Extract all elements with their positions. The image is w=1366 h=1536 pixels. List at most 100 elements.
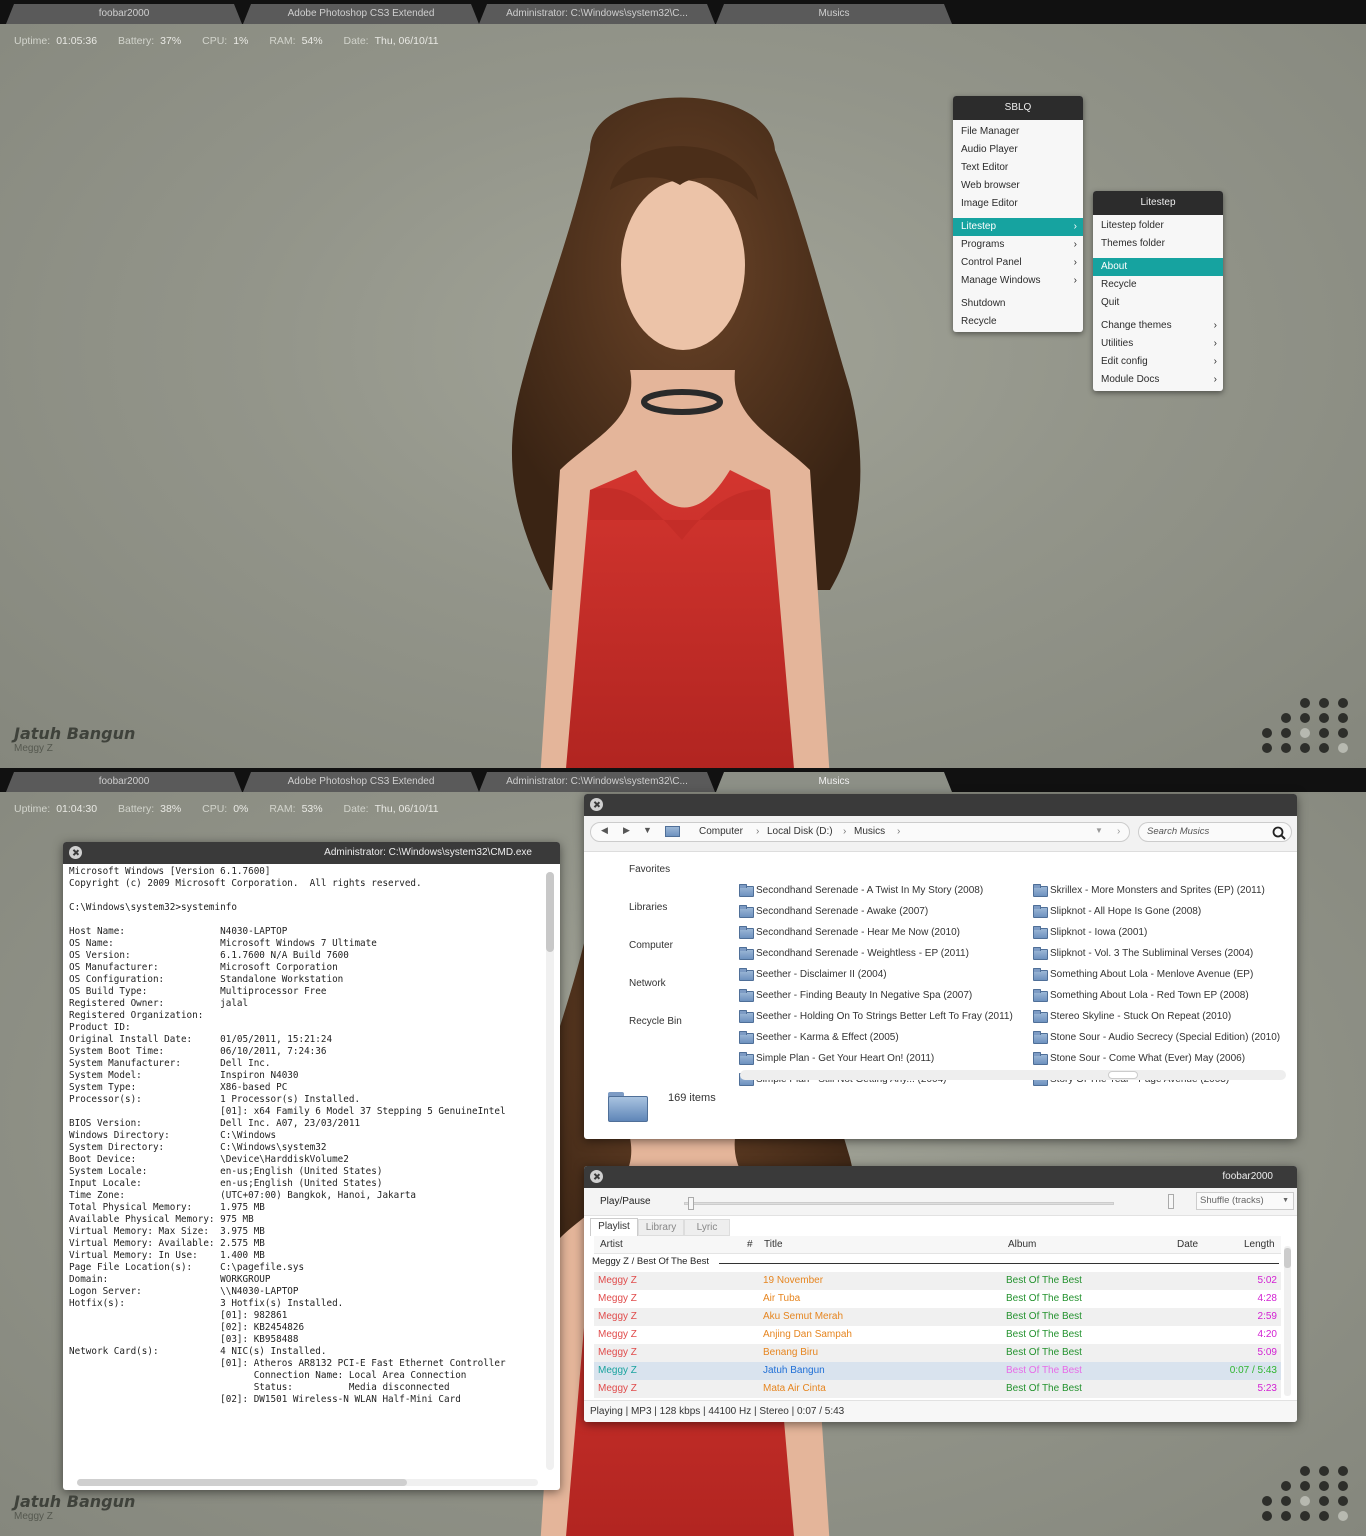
taskbar-tab-musics[interactable]: Musics — [716, 772, 952, 792]
menu-item-text-editor[interactable]: Text Editor — [953, 159, 1083, 177]
nav-computer[interactable]: Computer — [629, 940, 673, 951]
track-artist: Meggy Z — [598, 1347, 637, 1358]
cmd-output[interactable]: Microsoft Windows [Version 6.1.7600] Copy… — [69, 866, 542, 1476]
col-title[interactable]: Title — [764, 1236, 783, 1254]
menu-item-change-themes[interactable]: Change themes — [1093, 317, 1223, 335]
folder-item[interactable]: Seether - Disclaimer II (2004) — [739, 967, 887, 983]
folder-item[interactable]: Slipknot - Vol. 3 The Subliminal Verses … — [1033, 946, 1253, 962]
folder-item[interactable]: Secondhand Serenade - A Twist In My Stor… — [739, 883, 983, 899]
menu-item-module-docs[interactable]: Module Docs — [1093, 371, 1223, 389]
menu-item-edit-config[interactable]: Edit config — [1093, 353, 1223, 371]
cmd-titlebar[interactable]: Administrator: C:\Windows\system32\CMD.e… — [63, 842, 560, 864]
col-number[interactable]: # — [747, 1236, 753, 1254]
playlist-row-now-playing[interactable]: Meggy Z Jatuh Bangun Best Of The Best 0:07 … — [594, 1362, 1281, 1380]
search-icon[interactable] — [1272, 826, 1286, 840]
address-bar[interactable]: ◀ ▶ ▼ Computer › Local Disk (D:) › Music… — [590, 822, 1130, 842]
menu-item-about[interactable]: About — [1093, 258, 1223, 276]
taskbar-tab-cmd[interactable]: Administrator: C:\Windows\system32\C... — [479, 4, 715, 24]
col-artist[interactable]: Artist — [600, 1236, 623, 1254]
menu-item-file-manager[interactable]: File Manager — [953, 123, 1083, 141]
taskbar-tab-photoshop[interactable]: Adobe Photoshop CS3 Extended — [243, 772, 479, 792]
nav-network[interactable]: Network — [629, 978, 666, 989]
menu-item-litestep-folder[interactable]: Litestep folder — [1093, 217, 1223, 235]
folder-item[interactable]: Seether - Holding On To Strings Better L… — [739, 1009, 1013, 1025]
seek-bar[interactable] — [684, 1197, 1114, 1210]
nav-libraries[interactable]: Libraries — [629, 902, 667, 913]
col-album[interactable]: Album — [1008, 1236, 1036, 1254]
folder-item[interactable]: Secondhand Serenade - Hear Me Now (2010) — [739, 925, 960, 941]
horizontal-scrollbar[interactable] — [740, 1070, 1286, 1080]
cpu-label: CPU: — [202, 35, 228, 47]
explorer-titlebar[interactable] — [584, 794, 1297, 816]
menu-item-image-editor[interactable]: Image Editor — [953, 195, 1083, 213]
search-input[interactable]: Search Musics — [1138, 822, 1292, 842]
breadcrumb-local-disk[interactable]: Local Disk (D:) — [767, 826, 833, 837]
nav-favorites[interactable]: Favorites — [629, 864, 670, 875]
close-icon[interactable] — [590, 798, 603, 811]
uptime-label: Uptime: — [14, 35, 51, 47]
menu-item-manage-windows[interactable]: Manage Windows — [953, 272, 1083, 290]
playback-order-select[interactable]: Shuffle (tracks) ▼ — [1196, 1192, 1294, 1210]
taskbar-tab-photoshop[interactable]: Adobe Photoshop CS3 Extended — [243, 4, 479, 24]
breadcrumb-computer[interactable]: Computer — [699, 826, 743, 837]
folder-item[interactable]: Stereo Skyline - Stuck On Repeat (2010) — [1033, 1009, 1231, 1025]
tab-library[interactable]: Library — [638, 1219, 684, 1236]
playlist-row[interactable]: Meggy Z Mata Air Cinta Best Of The Best 5:2… — [594, 1380, 1281, 1398]
taskbar-tab-cmd[interactable]: Administrator: C:\Windows\system32\C... — [479, 772, 715, 792]
cmd-line: System Boot Time: 06/10/2011, 7:24:36 — [69, 1046, 327, 1057]
playlist-row[interactable]: Meggy Z 19 November Best Of The Best 5:02 — [594, 1272, 1281, 1290]
folder-item[interactable]: Skrillex - More Monsters and Sprites (EP… — [1033, 883, 1265, 899]
col-length[interactable]: Length — [1244, 1236, 1275, 1254]
menu-item-audio-player[interactable]: Audio Player — [953, 141, 1083, 159]
address-arrow-icon[interactable]: › — [1117, 826, 1120, 837]
folder-item[interactable]: Stone Sour - Come What (Ever) May (2006) — [1033, 1051, 1245, 1067]
address-dropdown-icon[interactable]: ▼ — [1095, 826, 1103, 835]
tab-playlist[interactable]: Playlist — [590, 1218, 638, 1236]
history-dropdown-icon[interactable]: ▼ — [643, 825, 652, 835]
folder-item[interactable]: Simple Plan - Get Your Heart On! (2011) — [739, 1051, 934, 1067]
taskbar-tab-foobar[interactable]: foobar2000 — [6, 4, 242, 24]
breadcrumb-musics[interactable]: Musics — [854, 826, 885, 837]
folder-item[interactable]: Secondhand Serenade - Awake (2007) — [739, 904, 928, 920]
tab-lyric[interactable]: Lyric — [684, 1219, 730, 1236]
close-icon[interactable] — [590, 1170, 603, 1183]
sblq-menu-title: SBLQ — [953, 96, 1083, 120]
close-icon[interactable] — [69, 846, 82, 859]
menu-item-programs[interactable]: Programs — [953, 236, 1083, 254]
folder-item[interactable]: Slipknot - Iowa (2001) — [1033, 925, 1147, 941]
nav-recycle-bin[interactable]: Recycle Bin — [629, 1016, 682, 1027]
menu-item-quit[interactable]: Quit — [1093, 294, 1223, 312]
foobar-titlebar[interactable]: foobar2000 — [584, 1166, 1297, 1188]
playlist-row[interactable]: Meggy Z Aku Semut Merah Best Of The Best 2:… — [594, 1308, 1281, 1326]
menu-item-recycle-ls[interactable]: Recycle — [1093, 276, 1223, 294]
folder-item[interactable]: Seether - Finding Beauty In Negative Spa… — [739, 988, 972, 1004]
forward-icon[interactable]: ▶ — [623, 825, 630, 836]
folder-item[interactable]: Slipknot - All Hope Is Gone (2008) — [1033, 904, 1201, 920]
back-icon[interactable]: ◀ — [601, 825, 608, 836]
col-date[interactable]: Date — [1177, 1236, 1198, 1254]
folder-item[interactable]: Something About Lola - Red Town EP (2008… — [1033, 988, 1249, 1004]
folder-item[interactable]: Stone Sour - Audio Secrecy (Special Edit… — [1033, 1030, 1280, 1046]
taskbar-tab-musics[interactable]: Musics — [716, 4, 952, 24]
playlist-scrollbar[interactable] — [1284, 1246, 1291, 1396]
playlist-row[interactable]: Meggy Z Anjing Dan Sampah Best Of The Best… — [594, 1326, 1281, 1344]
menu-item-shutdown[interactable]: Shutdown — [953, 295, 1083, 313]
cmd-line: OS Build Type: Multiprocessor Free — [69, 986, 327, 997]
playlist-row[interactable]: Meggy Z Air Tuba Best Of The Best 4:28 — [594, 1290, 1281, 1308]
menu-item-control-panel[interactable]: Control Panel — [953, 254, 1083, 272]
volume-handle[interactable] — [1168, 1194, 1174, 1209]
menu-item-recycle[interactable]: Recycle — [953, 313, 1083, 331]
menu-item-litestep[interactable]: Litestep — [953, 218, 1083, 236]
menu-item-web-browser[interactable]: Web browser — [953, 177, 1083, 195]
taskbar-tab-foobar[interactable]: foobar2000 — [6, 772, 242, 792]
horizontal-scrollbar[interactable] — [77, 1479, 538, 1486]
vertical-scrollbar[interactable] — [546, 872, 554, 1470]
folder-item[interactable]: Seether - Karma & Effect (2005) — [739, 1030, 899, 1046]
seek-handle[interactable] — [688, 1197, 694, 1210]
menu-item-themes-folder[interactable]: Themes folder — [1093, 235, 1223, 253]
folder-item[interactable]: Secondhand Serenade - Weightless - EP (2… — [739, 946, 969, 962]
menu-item-utilities[interactable]: Utilities — [1093, 335, 1223, 353]
playlist-row[interactable]: Meggy Z Benang Biru Best Of The Best 5:09 — [594, 1344, 1281, 1362]
folder-item[interactable]: Something About Lola - Menlove Avenue (E… — [1033, 967, 1253, 983]
play-pause-button[interactable]: Play/Pause — [600, 1196, 651, 1207]
